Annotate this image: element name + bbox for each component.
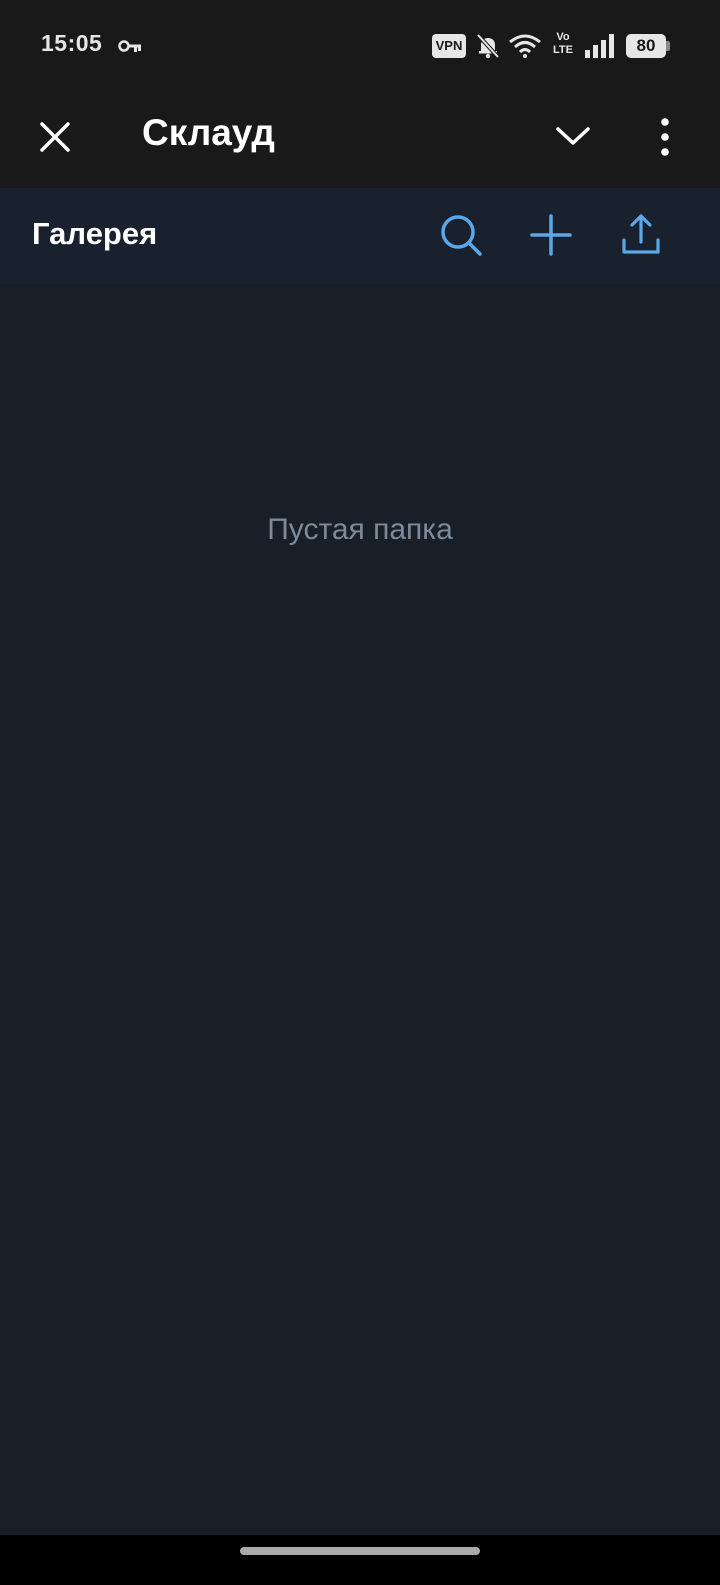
vpn-badge: VPN bbox=[432, 34, 466, 58]
folder-header: Галерея bbox=[0, 188, 720, 284]
wifi-icon bbox=[509, 34, 541, 58]
app-title: Склауд bbox=[142, 112, 275, 153]
folder-title: Галерея bbox=[32, 216, 158, 251]
battery-tip bbox=[666, 41, 670, 51]
status-bar: 15:05 VPN Vo LTE 80 bbox=[0, 0, 720, 92]
signal-icon bbox=[585, 34, 614, 58]
status-time: 15:05 bbox=[41, 30, 103, 56]
add-button[interactable] bbox=[524, 208, 578, 262]
search-icon bbox=[441, 215, 482, 256]
upload-icon bbox=[622, 214, 660, 254]
app-bar: Склауд bbox=[0, 92, 720, 188]
more-vertical-icon bbox=[661, 118, 669, 156]
expand-button[interactable] bbox=[546, 110, 600, 164]
close-button[interactable] bbox=[28, 110, 82, 164]
chevron-down-icon bbox=[556, 127, 590, 145]
upload-button[interactable] bbox=[614, 208, 668, 262]
empty-folder-message: Пустая папка bbox=[267, 513, 453, 546]
battery-icon: 80 bbox=[626, 34, 670, 58]
bell-off-icon bbox=[476, 33, 500, 59]
screen: 15:05 VPN Vo LTE 80 Склауд Галерея Пуста… bbox=[0, 0, 720, 1585]
home-indicator[interactable] bbox=[240, 1547, 480, 1555]
close-icon bbox=[40, 122, 70, 152]
navigation-bar bbox=[0, 1535, 720, 1585]
battery-level: 80 bbox=[626, 34, 666, 58]
key-icon bbox=[118, 40, 141, 52]
more-button[interactable] bbox=[640, 110, 688, 164]
plus-icon bbox=[530, 214, 572, 256]
volte-icon: Vo LTE bbox=[553, 31, 573, 56]
search-button[interactable] bbox=[434, 208, 488, 262]
